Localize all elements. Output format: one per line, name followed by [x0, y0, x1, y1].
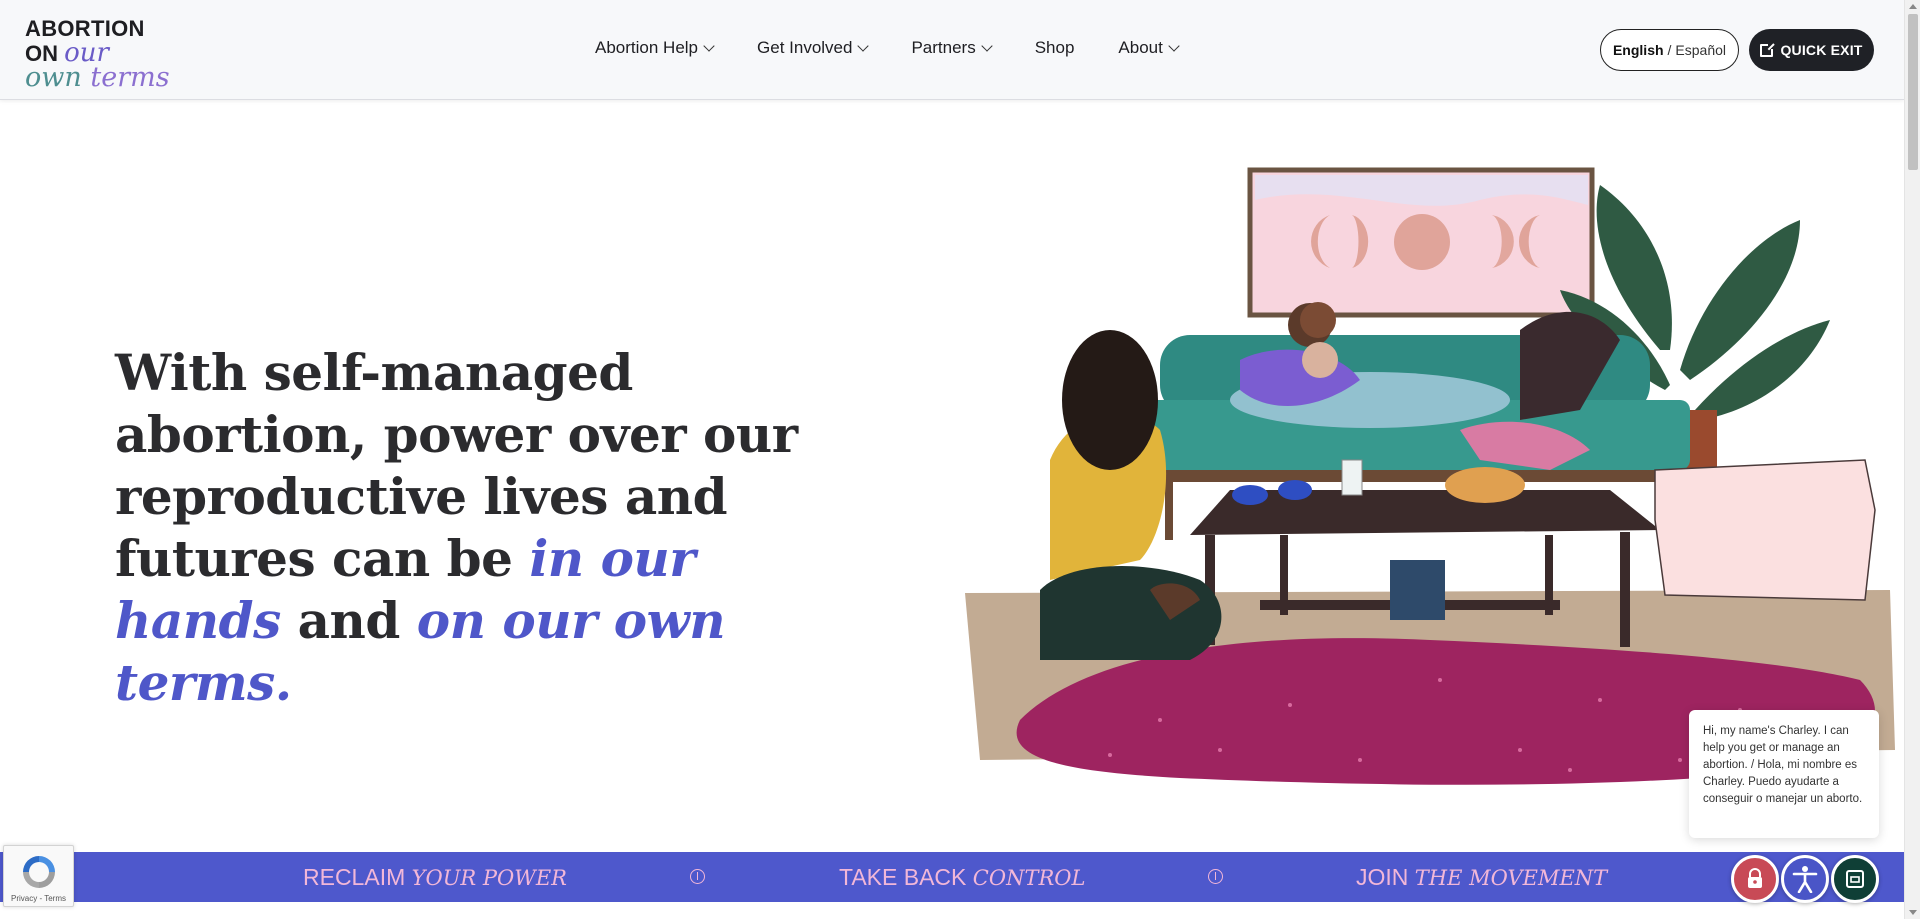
nav-item-get-involved[interactable]: Get Involved — [757, 38, 870, 58]
hero-text-part: and — [280, 591, 417, 650]
scroll-down-arrow-icon[interactable] — [1909, 910, 1917, 915]
hero-heading: With self-managed abortion, power over o… — [115, 342, 835, 714]
nav-label: Partners — [911, 38, 976, 57]
site-header: ABORTION ON our own terms Abortion Help … — [0, 0, 1904, 100]
lock-icon — [1748, 868, 1762, 888]
banner-italic: CONTROL — [972, 866, 1086, 890]
chevron-down-icon — [703, 39, 715, 52]
quick-exit-button[interactable]: QUICK EXIT — [1749, 29, 1874, 71]
recaptcha-badge[interactable]: Privacy - Terms — [3, 845, 74, 907]
banner-italic: THE MOVEMENT — [1414, 866, 1608, 890]
hero-text-part: With self-managed abortion, power over o… — [115, 343, 798, 588]
pouf — [1654, 459, 1876, 601]
cat — [1445, 467, 1525, 503]
banner-item-reclaim: RECLAIM YOUR POWER — [303, 864, 567, 891]
language-active: English — [1612, 42, 1664, 58]
nav-item-abortion-help[interactable]: Abortion Help — [595, 38, 715, 58]
logo-word-terms: terms — [90, 62, 170, 93]
circle-line-icon — [1208, 869, 1223, 884]
chevron-down-icon — [857, 39, 870, 52]
nav-label: Get Involved — [757, 38, 853, 57]
language-other: Español — [1675, 42, 1727, 58]
chat-greeting-bubble[interactable]: Hi, my name's Charley. I can help you ge… — [1689, 710, 1879, 838]
site-logo[interactable]: ABORTION ON our own terms — [25, 16, 175, 92]
chevron-down-icon — [981, 39, 993, 52]
accessibility-icon — [1792, 866, 1818, 893]
chevron-down-icon — [1168, 39, 1180, 52]
recaptcha-terms-link[interactable]: Privacy - Terms — [4, 894, 73, 903]
language-separator: / — [1667, 42, 1672, 58]
chat-greeting-text: Hi, my name's Charley. I can help you ge… — [1703, 725, 1863, 805]
logo-word-own: own — [25, 62, 82, 93]
scroll-up-arrow-icon[interactable] — [1909, 4, 1917, 9]
banner-plain: TAKE BACK — [839, 864, 973, 890]
chat-icon — [1846, 870, 1864, 888]
scrollbar-thumb[interactable] — [1908, 14, 1918, 170]
language-toggle[interactable]: English / Español — [1600, 29, 1739, 71]
privacy-lock-button[interactable] — [1731, 855, 1779, 903]
main-nav: Abortion Help Get Involved Partners Shop… — [595, 38, 1222, 58]
banner-italic: YOUR POWER — [411, 866, 567, 890]
recaptcha-icon — [23, 856, 55, 888]
tagline-banner: RECLAIM YOUR POWER TAKE BACK CONTROL JOI… — [0, 852, 1904, 902]
external-link-icon — [1760, 41, 1776, 57]
nav-label: About — [1118, 38, 1163, 57]
banner-item-take-back: TAKE BACK CONTROL — [839, 864, 1085, 891]
hero-illustration — [965, 167, 1895, 785]
nav-item-about[interactable]: About — [1118, 38, 1180, 58]
banner-plain: JOIN — [1356, 864, 1415, 890]
page-scrollbar[interactable] — [1904, 0, 1920, 919]
chat-button[interactable] — [1831, 855, 1879, 903]
accessibility-button[interactable] — [1781, 855, 1829, 903]
circle-line-icon — [690, 869, 705, 884]
logo-line-3: own terms — [25, 64, 175, 91]
nav-item-partners[interactable]: Partners — [911, 38, 993, 58]
banner-item-join: JOIN THE MOVEMENT — [1356, 864, 1607, 891]
nav-item-shop[interactable]: Shop — [1035, 38, 1075, 58]
nav-label: Abortion Help — [595, 38, 699, 57]
nav-label: Shop — [1034, 38, 1075, 57]
banner-plain: RECLAIM — [303, 864, 412, 890]
quick-exit-label: QUICK EXIT — [1780, 42, 1863, 58]
logo-line-1: ABORTION — [25, 16, 145, 41]
